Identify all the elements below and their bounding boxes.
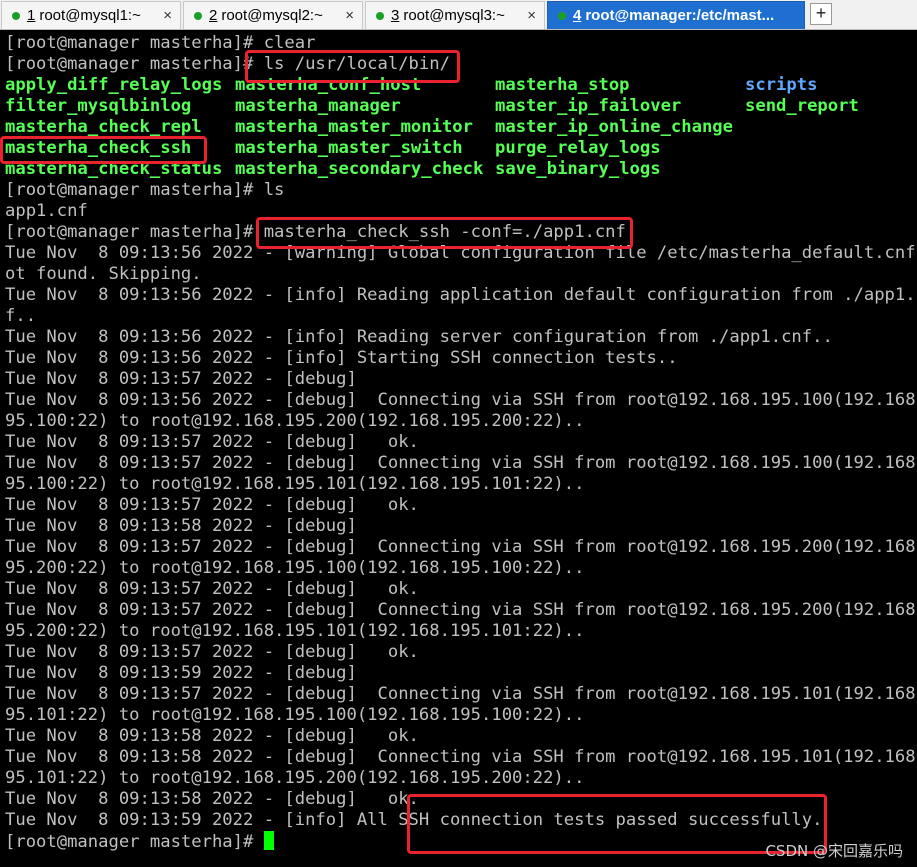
ls-entry: filter_mysqlbinlog	[5, 96, 192, 116]
close-icon[interactable]: ×	[527, 7, 536, 24]
status-dot-icon	[558, 11, 566, 20]
terminal-line: Tue Nov 8 09:13:57 2022 - [debug] ok.	[5, 642, 419, 662]
terminal-line: [root@manager masterha]# clear	[5, 33, 316, 53]
ls-entry: masterha_stop	[495, 75, 630, 95]
terminal-line: 95.100:22) to root@192.168.195.101(192.1…	[5, 474, 585, 494]
status-dot-icon	[194, 11, 202, 20]
terminal-line: Tue Nov 8 09:13:57 2022 - [debug] Connec…	[5, 537, 917, 557]
tab-number: 3	[391, 7, 400, 24]
close-icon[interactable]: ×	[345, 7, 354, 24]
ls-entry: send_report	[745, 96, 859, 116]
highlight-check-ssh-entry	[0, 136, 207, 164]
terminal-line: Tue Nov 8 09:13:57 2022 - [debug] Connec…	[5, 600, 917, 620]
tab-mysql2[interactable]: 2 root@mysql2:~ ×	[183, 1, 363, 29]
terminal-line: Tue Nov 8 09:13:56 2022 - [debug] Connec…	[5, 390, 917, 410]
tab-mysql3[interactable]: 3 root@mysql3:~ ×	[365, 1, 545, 29]
terminal-line: [root@manager masterha]# ls /usr/local/b…	[5, 54, 450, 74]
terminal-line: Tue Nov 8 09:13:57 2022 - [debug] ok.	[5, 432, 419, 452]
ls-row: filter_mysqlbinlog masterha_manager mast…	[5, 96, 917, 117]
ls-entry: scripts	[745, 75, 818, 95]
terminal-line: ot found. Skipping.	[5, 264, 202, 284]
tab-number: 2	[209, 7, 218, 24]
ls-entry: masterha_secondary_check	[235, 159, 484, 179]
prompt-text: [root@manager masterha]#	[5, 832, 264, 852]
terminal-line: 95.101:22) to root@192.168.195.100(192.1…	[5, 705, 585, 725]
ls-row: apply_diff_relay_logs masterha_conf_host…	[5, 75, 917, 96]
terminal-line: 95.200:22) to root@192.168.195.101(192.1…	[5, 621, 585, 641]
terminal-line: 95.100:22) to root@192.168.195.200(192.1…	[5, 411, 585, 431]
terminal-line: Tue Nov 8 09:13:58 2022 - [debug] ok.	[5, 726, 419, 746]
tab-title: root@mysql3:~	[403, 7, 505, 24]
ls-entry: masterha_master_switch	[235, 138, 463, 158]
tab-title: root@mysql2:~	[221, 7, 323, 24]
status-dot-icon	[12, 11, 20, 20]
highlight-success-message	[407, 794, 827, 854]
ls-entry: master_ip_failover	[495, 96, 682, 116]
tab-mysql1[interactable]: 1 root@mysql1:~ ×	[1, 1, 181, 29]
cursor-icon	[263, 831, 274, 850]
ls-entry: master_ip_online_change	[495, 117, 733, 137]
tab-title: root@manager:/etc/mast...	[585, 7, 775, 24]
highlight-check-ssh-command	[256, 217, 633, 249]
terminal-line: [root@manager masterha]# ls	[5, 180, 285, 200]
tab-number: 1	[27, 7, 36, 24]
terminal-line: Tue Nov 8 09:13:56 2022 - [info] Reading…	[5, 327, 833, 347]
terminal-line: Tue Nov 8 09:13:57 2022 - [debug] ok.	[5, 579, 419, 599]
ls-entry: purge_relay_logs	[495, 138, 661, 158]
terminal-line: 95.101:22) to root@192.168.195.200(192.1…	[5, 768, 585, 788]
terminal-line: 95.200:22) to root@192.168.195.100(192.1…	[5, 558, 585, 578]
ls-entry: masterha_master_monitor	[235, 117, 473, 137]
terminal-line: Tue Nov 8 09:13:56 2022 - [info] Reading…	[5, 285, 917, 305]
terminal-line: Tue Nov 8 09:13:59 2022 - [debug]	[5, 663, 357, 683]
terminal-line: Tue Nov 8 09:13:56 2022 - [info] Startin…	[5, 348, 678, 368]
ls-entry: save_binary_logs	[495, 159, 661, 179]
terminal-line: Tue Nov 8 09:13:57 2022 - [debug] ok.	[5, 495, 419, 515]
new-tab-button[interactable]: +	[810, 3, 832, 25]
terminal-line: f..	[5, 306, 37, 326]
tab-number: 4	[573, 7, 582, 24]
ls-entry: masterha_check_repl	[5, 117, 202, 137]
ls-entry: masterha_manager	[235, 96, 401, 116]
terminal-line: Tue Nov 8 09:13:57 2022 - [debug] Connec…	[5, 453, 917, 473]
close-icon[interactable]: ×	[163, 7, 172, 24]
terminal-line: Tue Nov 8 09:13:57 2022 - [debug] Connec…	[5, 684, 917, 704]
status-dot-icon	[376, 11, 384, 20]
terminal-line: Tue Nov 8 09:13:57 2022 - [debug]	[5, 369, 357, 389]
tab-manager[interactable]: 4 root@manager:/etc/mast...	[547, 1, 805, 29]
terminal-line: Tue Nov 8 09:13:58 2022 - [debug] Connec…	[5, 747, 917, 767]
ls-row: masterha_check_repl masterha_master_moni…	[5, 117, 917, 138]
highlight-ls-command	[245, 50, 460, 83]
tab-bar: 1 root@mysql1:~ × 2 root@mysql2:~ × 3 ro…	[0, 0, 917, 30]
terminal-line: Tue Nov 8 09:13:58 2022 - [debug]	[5, 516, 357, 536]
watermark: CSDN @宋回嘉乐吗	[765, 842, 903, 860]
tab-title: root@mysql1:~	[39, 7, 141, 24]
ls-entry: apply_diff_relay_logs	[5, 75, 223, 95]
